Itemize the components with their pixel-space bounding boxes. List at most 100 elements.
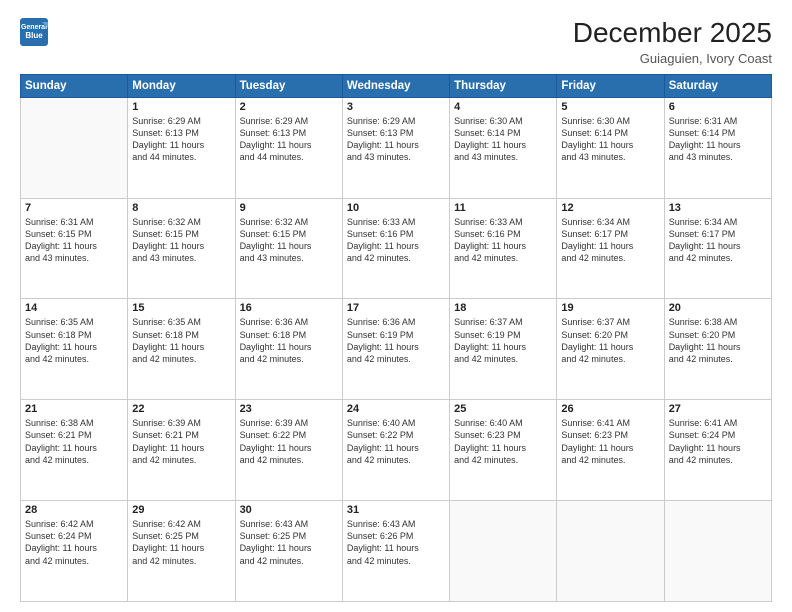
day-number: 25 xyxy=(454,403,552,415)
day-info: Sunrise: 6:39 AMSunset: 6:21 PMDaylight:… xyxy=(132,417,230,466)
calendar-cell: 23Sunrise: 6:39 AMSunset: 6:22 PMDayligh… xyxy=(235,400,342,501)
day-info: Sunrise: 6:42 AMSunset: 6:25 PMDaylight:… xyxy=(132,518,230,567)
calendar-cell: 16 Sunrise: 6:36 AMSunset: 6:18 PMDayligh… xyxy=(235,299,342,400)
month-year: December 2025 xyxy=(573,18,772,49)
day-header-wednesday: Wednesday xyxy=(342,74,449,97)
day-info: Sunrise: 6:36 AMSunset: 6:18 PMDaylight:… xyxy=(240,316,338,365)
calendar-cell xyxy=(21,97,128,198)
calendar-cell: 8 Sunrise: 6:32 AMSunset: 6:15 PMDaylight… xyxy=(128,198,235,299)
day-number: 14 xyxy=(25,302,123,314)
svg-text:General: General xyxy=(21,24,47,31)
day-number: 31 xyxy=(347,504,445,516)
day-info: Sunrise: 6:37 AMSunset: 6:19 PMDaylight:… xyxy=(454,316,552,365)
page: General Blue December 2025 Guiaguien, Iv… xyxy=(0,0,792,612)
day-number: 2 xyxy=(240,101,338,113)
calendar-cell: 14 Sunrise: 6:35 AMSunset: 6:18 PMDayligh… xyxy=(21,299,128,400)
day-number: 24 xyxy=(347,403,445,415)
calendar-cell: 4Sunrise: 6:30 AMSunset: 6:14 PMDaylight… xyxy=(450,97,557,198)
day-number: 20 xyxy=(669,302,767,314)
calendar-cell: 13Sunrise: 6:34 AMSunset: 6:17 PMDayligh… xyxy=(664,198,771,299)
calendar-cell: 29 Sunrise: 6:42 AMSunset: 6:25 PMDayligh… xyxy=(128,501,235,602)
day-info: Sunrise: 6:40 AMSunset: 6:23 PMDaylight:… xyxy=(454,417,552,466)
calendar-week-row: 28 Sunrise: 6:42 AMSunset: 6:24 PMDayligh… xyxy=(21,501,772,602)
day-info: Sunrise: 6:36 AMSunset: 6:19 PMDaylight:… xyxy=(347,316,445,365)
day-info: Sunrise: 6:30 AMSunset: 6:14 PMDaylight:… xyxy=(561,115,659,164)
day-header-monday: Monday xyxy=(128,74,235,97)
day-header-sunday: Sunday xyxy=(21,74,128,97)
day-number: 6 xyxy=(669,101,767,113)
day-number: 17 xyxy=(347,302,445,314)
calendar-cell: 31Sunrise: 6:43 AMSunset: 6:26 PMDayligh… xyxy=(342,501,449,602)
location: Guiaguien, Ivory Coast xyxy=(573,51,772,66)
logo-icon: General Blue xyxy=(20,18,50,46)
day-number: 18 xyxy=(454,302,552,314)
day-header-tuesday: Tuesday xyxy=(235,74,342,97)
day-info: Sunrise: 6:29 AMSunset: 6:13 PMDaylight:… xyxy=(347,115,445,164)
day-number: 4 xyxy=(454,101,552,113)
day-info: Sunrise: 6:34 AMSunset: 6:17 PMDaylight:… xyxy=(669,216,767,265)
day-number: 9 xyxy=(240,202,338,214)
calendar-cell: 11 Sunrise: 6:33 AMSunset: 6:16 PMDayligh… xyxy=(450,198,557,299)
calendar-cell: 6 Sunrise: 6:31 AMSunset: 6:14 PMDaylight… xyxy=(664,97,771,198)
day-info: Sunrise: 6:38 AMSunset: 6:20 PMDaylight:… xyxy=(669,316,767,365)
day-info: Sunrise: 6:38 AMSunset: 6:21 PMDaylight:… xyxy=(25,417,123,466)
title-block: December 2025 Guiaguien, Ivory Coast xyxy=(573,18,772,66)
day-info: Sunrise: 6:31 AMSunset: 6:15 PMDaylight:… xyxy=(25,216,123,265)
day-info: Sunrise: 6:33 AMSunset: 6:16 PMDaylight:… xyxy=(454,216,552,265)
day-info: Sunrise: 6:43 AMSunset: 6:25 PMDaylight:… xyxy=(240,518,338,567)
day-number: 23 xyxy=(240,403,338,415)
day-info: Sunrise: 6:34 AMSunset: 6:17 PMDaylight:… xyxy=(561,216,659,265)
day-number: 21 xyxy=(25,403,123,415)
day-number: 15 xyxy=(132,302,230,314)
day-info: Sunrise: 6:32 AMSunset: 6:15 PMDaylight:… xyxy=(132,216,230,265)
day-number: 8 xyxy=(132,202,230,214)
calendar-cell: 2 Sunrise: 6:29 AMSunset: 6:13 PMDaylight… xyxy=(235,97,342,198)
day-info: Sunrise: 6:35 AMSunset: 6:18 PMDaylight:… xyxy=(25,316,123,365)
day-number: 29 xyxy=(132,504,230,516)
day-info: Sunrise: 6:37 AMSunset: 6:20 PMDaylight:… xyxy=(561,316,659,365)
calendar-cell: 30Sunrise: 6:43 AMSunset: 6:25 PMDayligh… xyxy=(235,501,342,602)
svg-text:Blue: Blue xyxy=(25,31,43,40)
day-number: 27 xyxy=(669,403,767,415)
day-number: 28 xyxy=(25,504,123,516)
day-info: Sunrise: 6:41 AMSunset: 6:24 PMDaylight:… xyxy=(669,417,767,466)
day-info: Sunrise: 6:42 AMSunset: 6:24 PMDaylight:… xyxy=(25,518,123,567)
calendar-cell xyxy=(450,501,557,602)
day-number: 10 xyxy=(347,202,445,214)
calendar-week-row: 1 Sunrise: 6:29 AMSunset: 6:13 PMDaylight… xyxy=(21,97,772,198)
day-number: 3 xyxy=(347,101,445,113)
day-number: 26 xyxy=(561,403,659,415)
calendar-week-row: 14 Sunrise: 6:35 AMSunset: 6:18 PMDayligh… xyxy=(21,299,772,400)
day-header-saturday: Saturday xyxy=(664,74,771,97)
calendar-cell: 1 Sunrise: 6:29 AMSunset: 6:13 PMDaylight… xyxy=(128,97,235,198)
calendar-table: SundayMondayTuesdayWednesdayThursdayFrid… xyxy=(20,74,772,602)
day-number: 5 xyxy=(561,101,659,113)
calendar-cell: 12 Sunrise: 6:34 AMSunset: 6:17 PMDayligh… xyxy=(557,198,664,299)
day-info: Sunrise: 6:35 AMSunset: 6:18 PMDaylight:… xyxy=(132,316,230,365)
day-info: Sunrise: 6:29 AMSunset: 6:13 PMDaylight:… xyxy=(132,115,230,164)
calendar-cell: 19 Sunrise: 6:37 AMSunset: 6:20 PMDayligh… xyxy=(557,299,664,400)
day-header-thursday: Thursday xyxy=(450,74,557,97)
day-number: 22 xyxy=(132,403,230,415)
calendar-cell: 18 Sunrise: 6:37 AMSunset: 6:19 PMDayligh… xyxy=(450,299,557,400)
calendar-cell: 21 Sunrise: 6:38 AMSunset: 6:21 PMDayligh… xyxy=(21,400,128,501)
day-number: 19 xyxy=(561,302,659,314)
calendar-week-row: 21 Sunrise: 6:38 AMSunset: 6:21 PMDayligh… xyxy=(21,400,772,501)
calendar-cell: 3 Sunrise: 6:29 AMSunset: 6:13 PMDaylight… xyxy=(342,97,449,198)
header: General Blue December 2025 Guiaguien, Iv… xyxy=(20,18,772,66)
day-number: 11 xyxy=(454,202,552,214)
calendar-cell xyxy=(557,501,664,602)
logo: General Blue xyxy=(20,18,50,46)
calendar-cell: 20 Sunrise: 6:38 AMSunset: 6:20 PMDayligh… xyxy=(664,299,771,400)
calendar-cell: 17 Sunrise: 6:36 AMSunset: 6:19 PMDayligh… xyxy=(342,299,449,400)
calendar-cell: 26Sunrise: 6:41 AMSunset: 6:23 PMDayligh… xyxy=(557,400,664,501)
day-header-friday: Friday xyxy=(557,74,664,97)
day-number: 16 xyxy=(240,302,338,314)
day-info: Sunrise: 6:40 AMSunset: 6:22 PMDaylight:… xyxy=(347,417,445,466)
day-info: Sunrise: 6:31 AMSunset: 6:14 PMDaylight:… xyxy=(669,115,767,164)
calendar-cell: 28 Sunrise: 6:42 AMSunset: 6:24 PMDayligh… xyxy=(21,501,128,602)
day-number: 1 xyxy=(132,101,230,113)
day-number: 12 xyxy=(561,202,659,214)
day-info: Sunrise: 6:29 AMSunset: 6:13 PMDaylight:… xyxy=(240,115,338,164)
calendar-cell: 9Sunrise: 6:32 AMSunset: 6:15 PMDaylight… xyxy=(235,198,342,299)
